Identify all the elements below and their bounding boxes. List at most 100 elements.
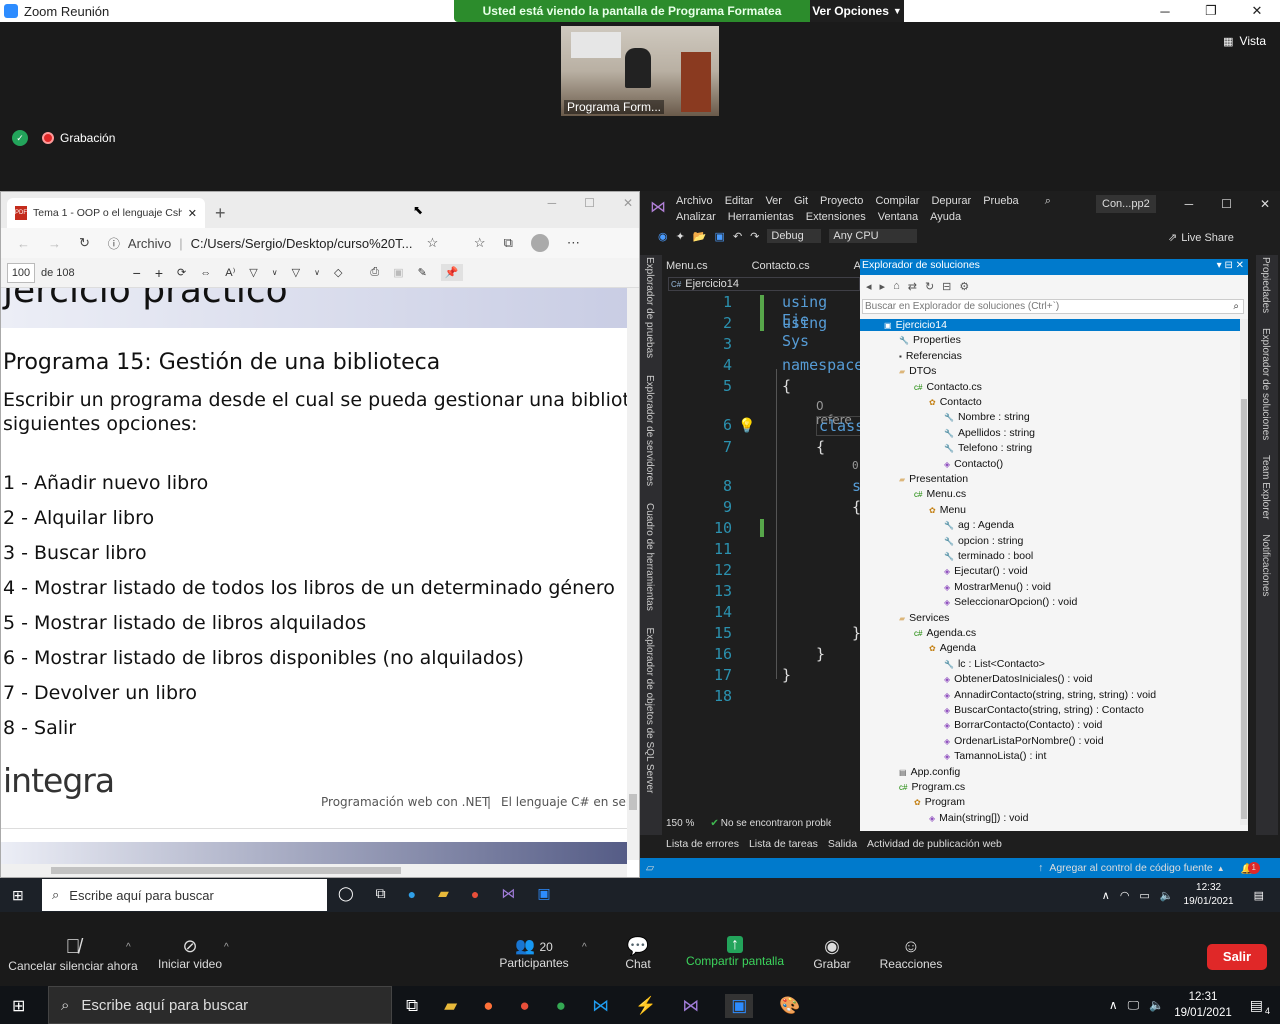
- favorites-icon[interactable]: ☆: [474, 235, 486, 251]
- solution-tree-item[interactable]: 🔧 Telefono : string: [930, 442, 1032, 454]
- action-center-icon[interactable]: ▤: [1254, 889, 1264, 902]
- source-control-button[interactable]: Agregar al control de código fuente: [1049, 862, 1212, 874]
- draw-icon[interactable]: ▽: [292, 266, 300, 279]
- properties-icon[interactable]: ⚙: [959, 280, 969, 293]
- solution-tree-item[interactable]: ✿ Contacto: [915, 396, 982, 408]
- menu-proyecto[interactable]: Proyecto: [820, 195, 863, 207]
- tab-output[interactable]: Salida: [828, 838, 857, 850]
- edge-tab[interactable]: PDF Tema 1 - OOP o el lenguaje Csh... ✕: [7, 198, 205, 228]
- solution-tree-item[interactable]: ◈ SeleccionarOpcion() : void: [930, 596, 1077, 608]
- new-tab-icon[interactable]: +: [215, 203, 226, 224]
- config-dropdown[interactable]: Debug: [767, 229, 822, 243]
- vscode-icon[interactable]: ⋈: [592, 996, 609, 1016]
- tray-chevron-icon[interactable]: ∧: [1109, 998, 1118, 1012]
- solution-tree-item[interactable]: ▤ App.config: [885, 766, 960, 778]
- shield-check-icon[interactable]: ✓: [12, 130, 28, 146]
- close-icon[interactable]: ✕: [623, 196, 633, 210]
- solution-tree-item[interactable]: ◈ Main(string[]) : void: [915, 812, 1028, 824]
- task-view-icon[interactable]: ⧉: [406, 996, 418, 1016]
- battery-icon[interactable]: ▭: [1139, 889, 1149, 902]
- new-project-icon[interactable]: ✦: [676, 230, 685, 243]
- solution-tree-item[interactable]: 🔧 lc : List<Contacto>: [930, 658, 1045, 670]
- action-center-icon[interactable]: ▤: [1250, 997, 1263, 1014]
- read-aloud-icon[interactable]: A⁾: [225, 266, 235, 279]
- menu-archivo[interactable]: Archivo: [676, 195, 713, 207]
- solution-tree-item[interactable]: ◈ MostrarMenu() : void: [930, 581, 1051, 593]
- clock-date[interactable]: 19/01/2021: [1174, 1005, 1232, 1021]
- network-icon[interactable]: 🖵: [1128, 998, 1140, 1013]
- horizontal-scrollbar[interactable]: [1, 864, 627, 877]
- solution-tree-item[interactable]: c# Program.cs: [885, 781, 965, 793]
- menu-ayuda[interactable]: Ayuda: [930, 211, 961, 223]
- participants-button[interactable]: 👥 20 Participantes: [494, 936, 574, 970]
- solution-tree-item[interactable]: ◈ TamannoLista() : int: [930, 750, 1046, 762]
- solution-tree-item[interactable]: ◈ Contacto(): [930, 458, 1003, 470]
- profile-avatar[interactable]: [530, 234, 549, 252]
- windows-start-icon[interactable]: ⊞: [12, 996, 25, 1016]
- solution-tree-item[interactable]: c# Contacto.cs: [900, 381, 982, 393]
- firefox-icon[interactable]: ●: [483, 996, 493, 1016]
- solution-tree-item[interactable]: ▪ Referencias: [885, 350, 962, 362]
- solution-tree-item[interactable]: ◈ ObtenerDatosIniciales() : void: [930, 673, 1092, 685]
- menu-herramientas[interactable]: Herramientas: [728, 211, 794, 223]
- redo-icon[interactable]: ↷: [750, 230, 759, 243]
- menu-prueba[interactable]: Prueba: [983, 195, 1018, 207]
- visual-studio-icon[interactable]: ⋈: [501, 885, 515, 902]
- flash-icon[interactable]: ⚡: [635, 996, 656, 1016]
- solution-tree-item[interactable]: 🔧 opcion : string: [930, 535, 1023, 547]
- collections-icon[interactable]: ⧉: [504, 235, 513, 251]
- solution-tree-item[interactable]: 🔧 ag : Agenda: [930, 519, 1014, 531]
- view-button[interactable]: ▦ Vista: [1223, 34, 1266, 48]
- refresh-icon[interactable]: ↻: [925, 280, 934, 293]
- paint-icon[interactable]: 🎨: [779, 996, 800, 1016]
- back-icon[interactable]: ◂: [866, 280, 872, 293]
- volume-icon[interactable]: 🔈: [1160, 889, 1174, 902]
- open-icon[interactable]: 📂: [693, 230, 707, 243]
- highlight-icon[interactable]: ▽: [249, 266, 257, 279]
- minimize-icon[interactable]: ─: [1185, 197, 1194, 211]
- forward-icon[interactable]: →: [48, 236, 61, 251]
- solution-tree-item[interactable]: ◈ OrdenarListaPorNombre() : void: [930, 735, 1104, 747]
- live-share-button[interactable]: ⇗ Live Share: [1168, 231, 1234, 245]
- solution-scrollbar[interactable]: [1240, 319, 1248, 825]
- solution-search-input[interactable]: Buscar en Explorador de soluciones (Ctrl…: [862, 299, 1244, 314]
- rotate-icon[interactable]: ⟳: [177, 266, 186, 279]
- solution-tree-item[interactable]: ✿ Agenda: [915, 642, 976, 654]
- chevron-down-icon[interactable]: ∨: [272, 268, 278, 277]
- tab-web-publish[interactable]: Actividad de publicación web: [867, 838, 1002, 850]
- editor-zoom[interactable]: 150 %: [666, 818, 694, 829]
- chrome-icon[interactable]: ●: [520, 996, 530, 1016]
- menu-ventana[interactable]: Ventana: [878, 211, 918, 223]
- favorite-star-icon[interactable]: ☆: [427, 235, 439, 251]
- solution-tree-item[interactable]: ✿ Program: [900, 796, 965, 808]
- nav-project-dropdown[interactable]: C# Ejercicio14: [668, 277, 860, 291]
- back-icon[interactable]: ◉: [658, 230, 668, 243]
- panel-close-icon[interactable]: ▾ ⊟ ✕: [1217, 260, 1244, 271]
- save-icon[interactable]: ▣: [393, 266, 403, 279]
- address-field[interactable]: ⓘ Archivo | C:/Users/Sergio/Desktop/curs…: [108, 235, 456, 252]
- sync-icon[interactable]: ⇄: [908, 280, 917, 293]
- output-icon[interactable]: ▱: [646, 862, 654, 874]
- search-icon[interactable]: ⌕: [1045, 195, 1051, 208]
- print-icon[interactable]: ⎙: [370, 266, 379, 279]
- vtab-team-explorer[interactable]: Team Explorer: [1260, 455, 1271, 519]
- windows-start-icon[interactable]: ⊞: [12, 887, 24, 904]
- zoom-out-icon[interactable]: −: [133, 265, 141, 281]
- collapse-icon[interactable]: ⊟: [942, 280, 951, 293]
- menu-editar[interactable]: Editar: [725, 195, 754, 207]
- tab-contacto-cs[interactable]: Contacto.cs: [752, 260, 810, 272]
- minimize-icon[interactable]: ─: [1142, 4, 1188, 19]
- maximize-icon[interactable]: ☐: [1221, 197, 1232, 211]
- lightbulb-icon[interactable]: 💡: [738, 417, 755, 434]
- view-options-button[interactable]: Ver Opciones ▼: [810, 0, 904, 22]
- chat-button[interactable]: 💬 Chat: [610, 936, 666, 971]
- solution-tree-item[interactable]: c# Menu.cs: [900, 488, 966, 500]
- chrome-icon[interactable]: ●: [471, 886, 479, 902]
- home-icon[interactable]: ⌂: [893, 280, 900, 292]
- minimize-icon[interactable]: ─: [548, 196, 557, 210]
- menu-compilar[interactable]: Compilar: [875, 195, 919, 207]
- leave-button[interactable]: Salir: [1207, 944, 1267, 970]
- chevron-up-icon[interactable]: ^: [224, 942, 229, 953]
- zoom-app-icon[interactable]: ▣: [725, 994, 754, 1018]
- more-icon[interactable]: ⋯: [567, 235, 580, 251]
